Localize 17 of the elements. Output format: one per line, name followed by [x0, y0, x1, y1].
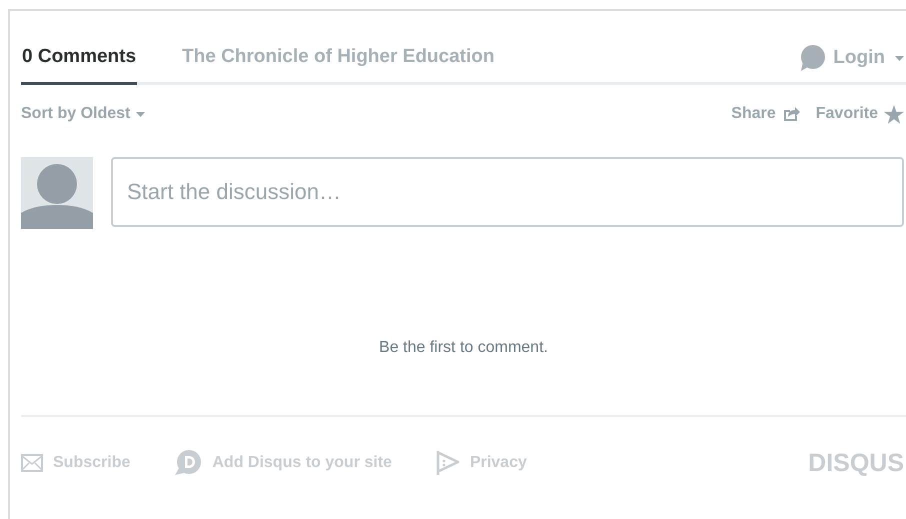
user-bubble-icon — [799, 45, 826, 71]
speech-bubble-icon — [174, 449, 202, 477]
share-button[interactable]: Share — [731, 105, 800, 123]
caret-icon — [136, 112, 146, 116]
tab[interactable]: The Chronicle of Higher Education — [181, 46, 496, 85]
sort-dropdown[interactable]: Sort by Oldest — [21, 105, 146, 123]
envelope-icon — [21, 454, 43, 472]
tab[interactable]: 0 Comments — [21, 46, 138, 85]
favorite-button[interactable]: Favorite — [816, 104, 904, 124]
play-flag-icon — [436, 450, 460, 476]
comment-input-field[interactable]: Start the discussion… — [111, 157, 904, 227]
caret-icon — [895, 56, 904, 60]
avatar-icon — [21, 157, 93, 229]
share-icon — [782, 105, 800, 123]
login-button[interactable]: Login — [799, 45, 904, 82]
empty-message: Be the first to comment. — [378, 339, 549, 358]
star-icon — [884, 104, 904, 124]
